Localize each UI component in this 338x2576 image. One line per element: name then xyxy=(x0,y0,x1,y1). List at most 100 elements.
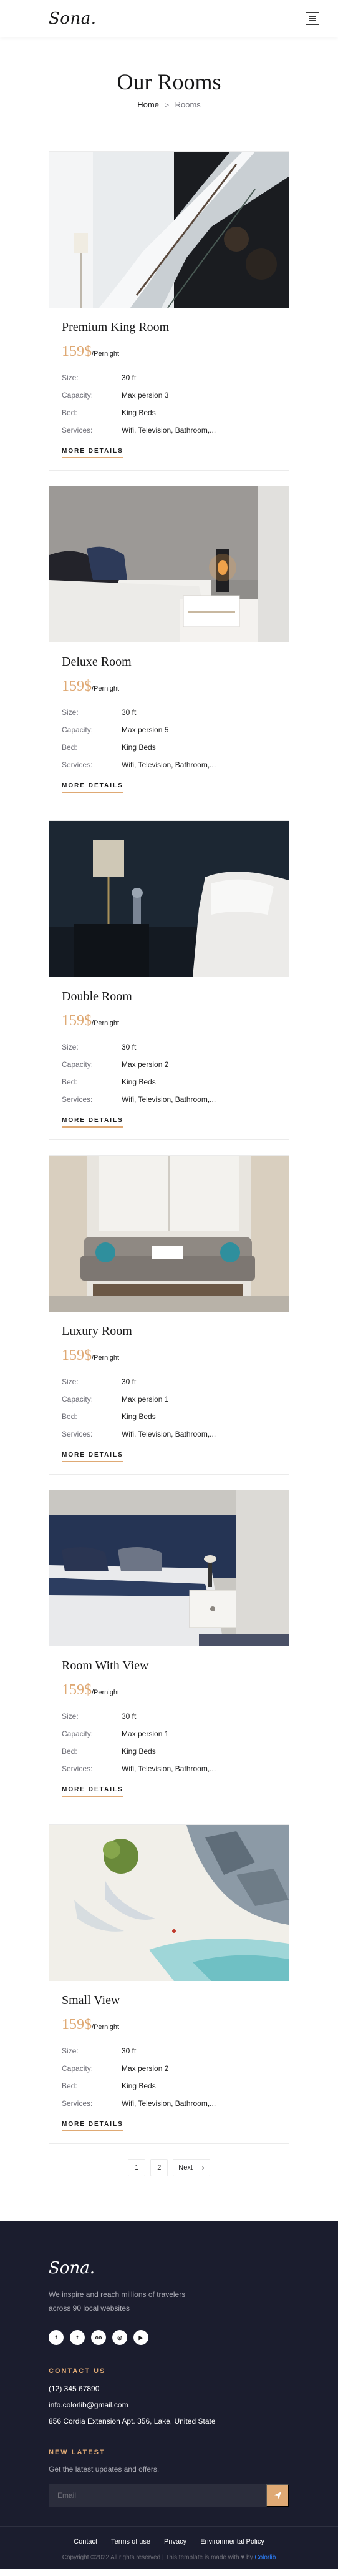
footer-link-contact[interactable]: Contact xyxy=(74,2538,97,2545)
next-label: Next xyxy=(178,2164,193,2171)
spec-value: 30 ft xyxy=(122,1377,137,1386)
spec-label: Size: xyxy=(62,373,79,382)
spec-row-bed: Bed: King Beds xyxy=(62,739,276,756)
room-price-value: 159$ xyxy=(62,1013,92,1029)
contact-address: 856 Cordia Extension Apt. 356, Lake, Uni… xyxy=(49,2417,216,2426)
more-details-link[interactable]: MORE DETAILS xyxy=(62,1117,123,1128)
spec-value: Wifi, Television, Bathroom,... xyxy=(122,760,216,769)
spec-value: King Beds xyxy=(122,1747,156,1756)
more-details-link[interactable]: MORE DETAILS xyxy=(62,782,123,793)
room-price-unit: /Pernight xyxy=(92,1020,120,1027)
room-specs: Size: 30 ft Capacity: Max persion 3 Bed: Ki… xyxy=(62,369,276,439)
spec-label: Services: xyxy=(62,1095,93,1104)
more-details-link[interactable]: MORE DETAILS xyxy=(62,1786,123,1797)
footer-bottom: Contact Terms of use Privacy Environment… xyxy=(0,2526,338,2563)
spec-value: King Beds xyxy=(122,743,156,752)
room-image[interactable] xyxy=(49,1156,289,1312)
spec-value: Max persion 2 xyxy=(122,1060,169,1069)
room-price: 159$/Pernight xyxy=(62,678,276,695)
spec-value: Max persion 5 xyxy=(122,725,169,734)
spec-label: Size: xyxy=(62,708,79,717)
room-price: 159$/Pernight xyxy=(62,2017,276,2033)
site-logo[interactable]: Sona. xyxy=(49,9,96,28)
footer-links: Contact Terms of use Privacy Environment… xyxy=(0,2538,338,2545)
instagram-icon[interactable]: ◎ xyxy=(112,2330,127,2345)
spec-label: Capacity: xyxy=(62,1729,94,1738)
spec-value: King Beds xyxy=(122,1078,156,1086)
room-name: Double Room xyxy=(62,990,132,1003)
next-page-button[interactable]: Next ⟶ xyxy=(173,2159,210,2176)
facebook-icon[interactable]: f xyxy=(49,2330,64,2345)
spec-label: Bed: xyxy=(62,2082,77,2090)
room-name: Deluxe Room xyxy=(62,655,132,669)
spec-value: 30 ft xyxy=(122,373,137,382)
room-image[interactable] xyxy=(49,1825,289,1981)
spec-value: Max persion 1 xyxy=(122,1729,169,1738)
newsletter-heading: NEW LATEST xyxy=(49,2449,105,2456)
contact-email[interactable]: info.colorlib@gmail.com xyxy=(49,2400,289,2410)
spec-value: Wifi, Television, Bathroom,... xyxy=(122,1764,216,1773)
site-header: Sona. xyxy=(0,0,338,37)
spec-label: Capacity: xyxy=(62,725,94,734)
tripadvisor-icon[interactable]: oo xyxy=(91,2330,106,2345)
twitter-icon[interactable]: t xyxy=(70,2330,85,2345)
room-price-unit: /Pernight xyxy=(92,1354,120,1362)
room-card: Premium King Room 159$/Pernight Size: 30 … xyxy=(49,151,289,471)
spec-value: 30 ft xyxy=(122,2047,137,2055)
room-specs: Size: 30 ft Capacity: Max persion 5 Bed: Ki… xyxy=(62,704,276,774)
footer-link-privacy[interactable]: Privacy xyxy=(164,2538,186,2545)
footer-logo[interactable]: Sona. xyxy=(49,2259,289,2278)
footer-link-terms[interactable]: Terms of use xyxy=(111,2538,150,2545)
newsletter-form xyxy=(49,2484,289,2507)
room-card: Double Room 159$/Pernight Size: 30 ft Cap… xyxy=(49,820,289,1140)
arrow-right-icon: ⟶ xyxy=(194,2164,205,2172)
room-name: Room With View xyxy=(62,1659,149,1673)
room-card: Deluxe Room 159$/Pernight Size: 30 ft Cap… xyxy=(49,486,289,805)
spec-row-services: Services: Wifi, Television, Bathroom,... xyxy=(62,2095,276,2112)
spec-row-capacity: Capacity: Max persion 2 xyxy=(62,2060,276,2077)
room-card: Small View 159$/Pernight Size: 30 ft Capa… xyxy=(49,1824,289,2144)
spec-row-capacity: Capacity: Max persion 5 xyxy=(62,721,276,739)
room-price-unit: /Pernight xyxy=(92,1689,120,1696)
spec-label: Bed: xyxy=(62,743,77,752)
page-1-button[interactable]: 1 xyxy=(128,2159,146,2176)
room-price-unit: /Pernight xyxy=(92,2023,120,2031)
more-details-link[interactable]: MORE DETAILS xyxy=(62,2121,123,2131)
spec-value: Max persion 2 xyxy=(122,2064,169,2073)
room-price-unit: /Pernight xyxy=(92,350,120,358)
spec-row-capacity: Capacity: Max persion 1 xyxy=(62,1725,276,1743)
room-image[interactable] xyxy=(49,486,289,642)
breadcrumb-home-link[interactable]: Home xyxy=(137,100,159,109)
spec-row-bed: Bed: King Beds xyxy=(62,404,276,421)
more-details-link[interactable]: MORE DETAILS xyxy=(62,1452,123,1462)
youtube-icon[interactable]: ▶ xyxy=(133,2330,148,2345)
breadcrumb-section: Our Rooms Home > Rooms xyxy=(0,37,338,151)
room-specs: Size: 30 ft Capacity: Max persion 2 Bed: Ki… xyxy=(62,1038,276,1108)
spec-row-size: Size: 30 ft xyxy=(62,1708,276,1725)
room-image[interactable] xyxy=(49,152,289,308)
room-card: Room With View 159$/Pernight Size: 30 ft … xyxy=(49,1490,289,1809)
room-image[interactable] xyxy=(49,1490,289,1646)
breadcrumb-separator: > xyxy=(165,102,169,109)
spec-label: Bed: xyxy=(62,1747,77,1756)
spec-value: Wifi, Television, Bathroom,... xyxy=(122,426,216,435)
spec-row-size: Size: 30 ft xyxy=(62,2042,276,2060)
spec-label: Services: xyxy=(62,760,93,769)
spec-row-services: Services: Wifi, Television, Bathroom,... xyxy=(62,756,276,774)
spec-row-bed: Bed: King Beds xyxy=(62,1073,276,1091)
copyright-brand-link[interactable]: Colorlib xyxy=(254,2554,276,2561)
footer-link-environmental-policy[interactable]: Environmental Policy xyxy=(200,2538,264,2545)
spec-value: King Beds xyxy=(122,1412,156,1421)
menu-icon[interactable] xyxy=(306,12,319,25)
newsletter-email-input[interactable] xyxy=(49,2484,266,2507)
page-2-button[interactable]: 2 xyxy=(150,2159,168,2176)
room-price-value: 159$ xyxy=(62,678,92,694)
spec-label: Capacity: xyxy=(62,2064,94,2073)
room-image[interactable] xyxy=(49,821,289,977)
room-specs: Size: 30 ft Capacity: Max persion 2 Bed: Ki… xyxy=(62,2042,276,2112)
spec-value: Max persion 1 xyxy=(122,1395,169,1404)
more-details-link[interactable]: MORE DETAILS xyxy=(62,448,123,458)
spec-row-bed: Bed: King Beds xyxy=(62,1743,276,1760)
subscribe-button[interactable] xyxy=(266,2484,289,2507)
spec-row-services: Services: Wifi, Television, Bathroom,... xyxy=(62,421,276,439)
